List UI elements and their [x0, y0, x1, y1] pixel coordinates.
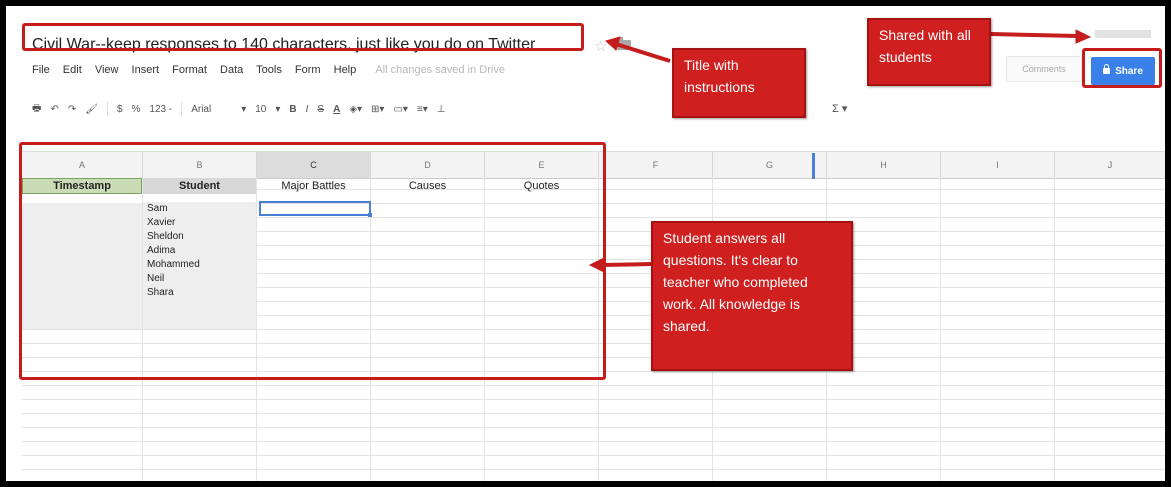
callout-shared-students: Shared with all students — [867, 18, 991, 86]
screenshot-frame: Civil War--keep responses to 140 charact… — [6, 6, 1165, 481]
arrow-line-title — [615, 42, 671, 63]
arrow-head-data — [588, 257, 605, 273]
arrow-line-share — [990, 32, 1079, 38]
arrow-line-data — [601, 262, 653, 267]
callout-title-instructions: Title with instructions — [672, 48, 806, 118]
callout-student-answers: Student answers all questions. It's clea… — [651, 221, 853, 371]
annotation-arrows — [588, 29, 1092, 273]
arrow-head-share — [1075, 29, 1092, 44]
arrow-head-title — [604, 36, 621, 51]
